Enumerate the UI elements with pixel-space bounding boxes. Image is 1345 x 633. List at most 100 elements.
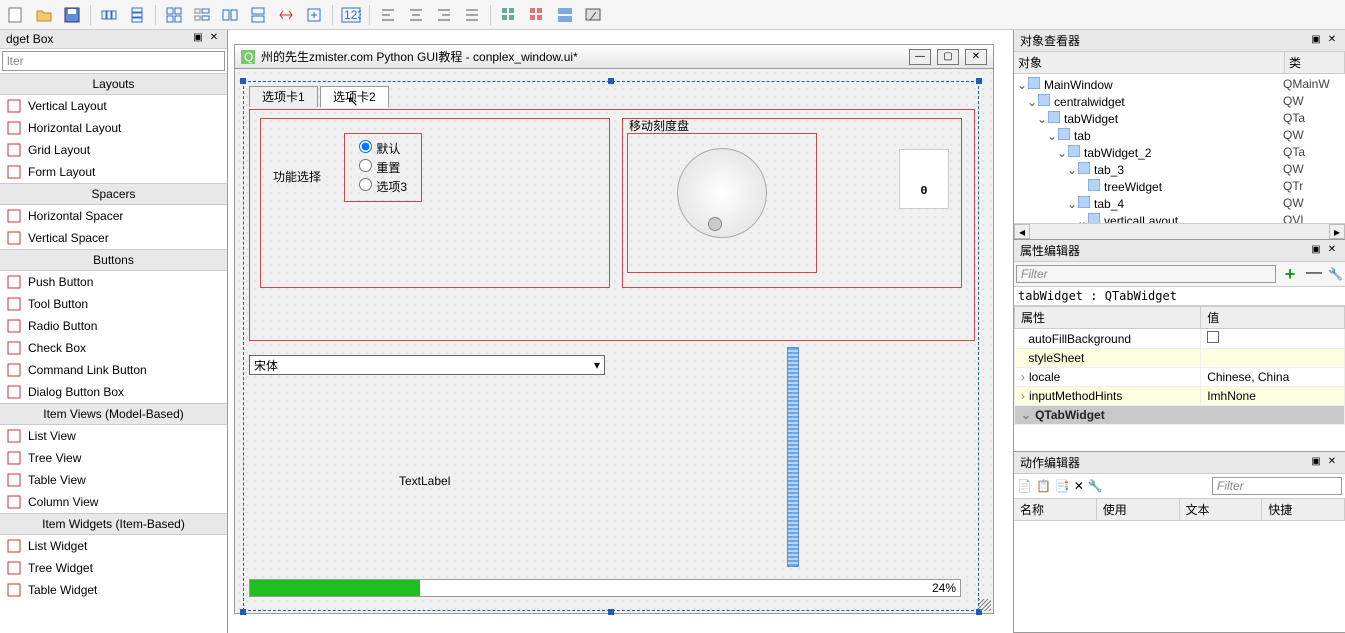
tab-widget-outer[interactable]: 功能选择 默认 重置 选项3 移动刻度盘 bbox=[249, 109, 975, 341]
tree-row[interactable]: ⌄centralwidgetQW bbox=[1016, 93, 1343, 110]
col-used[interactable]: 使用 bbox=[1097, 499, 1180, 520]
delete-action-icon[interactable]: ✕ bbox=[1074, 479, 1084, 493]
property-table[interactable]: 属性值 autoFillBackground styleSheet›locale… bbox=[1014, 306, 1345, 425]
widget-item[interactable]: Command Link Button bbox=[0, 359, 227, 381]
widget-item[interactable]: Vertical Spacer bbox=[0, 227, 227, 249]
widget-box-filter[interactable]: lter bbox=[2, 51, 225, 71]
resize-handle[interactable] bbox=[976, 78, 982, 84]
toolbar-hlayout-icon[interactable] bbox=[97, 3, 121, 27]
close-icon[interactable]: ✕ bbox=[1325, 244, 1339, 258]
toolbar-grid-icon[interactable] bbox=[162, 3, 186, 27]
toolbar-align4-icon[interactable] bbox=[460, 3, 484, 27]
widget-item[interactable]: Grid Layout bbox=[0, 139, 227, 161]
widget-item[interactable]: Check Box bbox=[0, 337, 227, 359]
toolbar-align2-icon[interactable] bbox=[404, 3, 428, 27]
widget-section-header[interactable]: Layouts bbox=[0, 73, 227, 95]
toolbar-break-icon[interactable] bbox=[274, 3, 298, 27]
tree-row[interactable]: ⌄MainWindowQMainW bbox=[1016, 76, 1343, 93]
pin-icon[interactable]: ▣ bbox=[1309, 244, 1323, 258]
close-icon[interactable]: ✕ bbox=[965, 49, 987, 65]
toolbar-splitv-icon[interactable] bbox=[246, 3, 270, 27]
dial-widget[interactable] bbox=[677, 148, 767, 238]
toolbar-align3-icon[interactable] bbox=[432, 3, 456, 27]
form-window[interactable]: Q 州的先生zmister.com Python GUI教程 - conplex… bbox=[234, 44, 994, 614]
widget-item[interactable]: List Widget bbox=[0, 535, 227, 557]
widget-section-header[interactable]: Buttons bbox=[0, 249, 227, 271]
wrench-icon[interactable]: 🔧 bbox=[1328, 267, 1343, 281]
resize-handle[interactable] bbox=[608, 78, 614, 84]
tree-row[interactable]: ⌄verticalLayoutQVL bbox=[1016, 212, 1343, 223]
toolbar-open-icon[interactable] bbox=[32, 3, 56, 27]
widget-item[interactable]: Horizontal Spacer bbox=[0, 205, 227, 227]
toolbar-form-icon[interactable] bbox=[190, 3, 214, 27]
widget-section-header[interactable]: Spacers bbox=[0, 183, 227, 205]
col-shortcut[interactable]: 快捷 bbox=[1262, 499, 1345, 520]
tree-row[interactable]: ⌄tab_4QW bbox=[1016, 195, 1343, 212]
pin-icon[interactable]: ▣ bbox=[1309, 34, 1323, 48]
expander-icon[interactable]: ⌄ bbox=[1066, 197, 1078, 211]
col-object[interactable]: 对象 bbox=[1014, 52, 1285, 73]
object-tree[interactable]: ⌄MainWindowQMainW ⌄centralwidgetQW ⌄tabW… bbox=[1014, 74, 1345, 223]
toolbar-mode2-icon[interactable] bbox=[525, 3, 549, 27]
property-row[interactable]: ›localeChinese, China bbox=[1015, 368, 1345, 387]
add-property-icon[interactable]: + bbox=[1280, 264, 1300, 284]
expander-icon[interactable]: ⌄ bbox=[1016, 78, 1028, 92]
design-surface[interactable]: 选项卡1 选项卡2 ↖ 功能选择 默认 重置 选项3 bbox=[235, 69, 993, 613]
col-value[interactable]: 值 bbox=[1201, 307, 1345, 329]
resize-handle[interactable] bbox=[608, 609, 614, 615]
toolbar-splith-icon[interactable] bbox=[218, 3, 242, 27]
open-action-icon[interactable]: 📋 bbox=[1036, 479, 1051, 493]
tree-row[interactable]: ⌄tabQW bbox=[1016, 127, 1343, 144]
pin-icon[interactable]: ▣ bbox=[191, 32, 205, 46]
widget-item[interactable]: Vertical Layout bbox=[0, 95, 227, 117]
radio-reset[interactable]: 重置 bbox=[359, 159, 407, 176]
expander-icon[interactable]: ⌄ bbox=[1046, 129, 1058, 143]
expander-icon[interactable]: ⌄ bbox=[1056, 146, 1068, 160]
property-row[interactable]: ›inputMethodHintsImhNone bbox=[1015, 387, 1345, 406]
widget-item[interactable]: Dialog Button Box bbox=[0, 381, 227, 403]
expander-icon[interactable]: ⌄ bbox=[1026, 95, 1038, 109]
tree-row[interactable]: ⌄tabWidget_2QTa bbox=[1016, 144, 1343, 161]
resize-handle[interactable] bbox=[240, 78, 246, 84]
resize-grip-icon[interactable] bbox=[979, 599, 991, 611]
copy-action-icon[interactable]: 📑 bbox=[1055, 479, 1070, 493]
new-action-icon[interactable]: 📄 bbox=[1017, 479, 1032, 493]
property-filter[interactable]: Filter bbox=[1016, 265, 1276, 283]
widget-item[interactable]: Form Layout bbox=[0, 161, 227, 183]
tree-row[interactable]: treeWidgetQTr bbox=[1016, 178, 1343, 195]
tree-row[interactable]: ⌄tabWidgetQTa bbox=[1016, 110, 1343, 127]
vertical-slider[interactable] bbox=[787, 347, 799, 567]
widget-item[interactable]: Table View bbox=[0, 469, 227, 491]
dial-knob[interactable] bbox=[708, 217, 722, 231]
widget-item[interactable]: Push Button bbox=[0, 271, 227, 293]
remove-property-icon[interactable]: — bbox=[1304, 264, 1324, 284]
toolbar-mode1-icon[interactable] bbox=[497, 3, 521, 27]
widget-item[interactable]: Tree View bbox=[0, 447, 227, 469]
widget-item[interactable]: Radio Button bbox=[0, 315, 227, 337]
col-text[interactable]: 文本 bbox=[1180, 499, 1263, 520]
toolbar-align1-icon[interactable] bbox=[376, 3, 400, 27]
expander-icon[interactable]: ⌄ bbox=[1076, 214, 1088, 223]
maximize-icon[interactable]: ▢ bbox=[937, 49, 959, 65]
widget-section-header[interactable]: Item Widgets (Item-Based) bbox=[0, 513, 227, 535]
resize-handle[interactable] bbox=[240, 609, 246, 615]
groupbox-dial[interactable]: 移动刻度盘 0 bbox=[622, 118, 962, 288]
radio-default[interactable]: 默认 bbox=[359, 140, 407, 157]
expander-icon[interactable]: ⌄ bbox=[1036, 112, 1048, 126]
close-icon[interactable]: ✕ bbox=[1325, 456, 1339, 470]
toolbar-num-icon[interactable]: 123 bbox=[339, 3, 363, 27]
radio-option3[interactable]: 选项3 bbox=[359, 178, 407, 195]
toolbar-adjust-icon[interactable] bbox=[302, 3, 326, 27]
col-property[interactable]: 属性 bbox=[1015, 307, 1201, 329]
toolbar-save-icon[interactable] bbox=[60, 3, 84, 27]
minimize-icon[interactable]: — bbox=[909, 49, 931, 65]
horizontal-scrollbar[interactable]: ◂▸ bbox=[1014, 223, 1345, 239]
expander-icon[interactable]: ⌄ bbox=[1066, 163, 1078, 177]
widget-item[interactable]: Tree Widget bbox=[0, 557, 227, 579]
widget-item[interactable]: Column View bbox=[0, 491, 227, 513]
widget-item[interactable]: Table Widget bbox=[0, 579, 227, 601]
widget-section-header[interactable]: Item Views (Model-Based) bbox=[0, 403, 227, 425]
tab-1[interactable]: 选项卡1 bbox=[249, 86, 318, 107]
widget-item[interactable]: Tool Button bbox=[0, 293, 227, 315]
wrench-icon[interactable]: 🔧 bbox=[1088, 479, 1103, 493]
